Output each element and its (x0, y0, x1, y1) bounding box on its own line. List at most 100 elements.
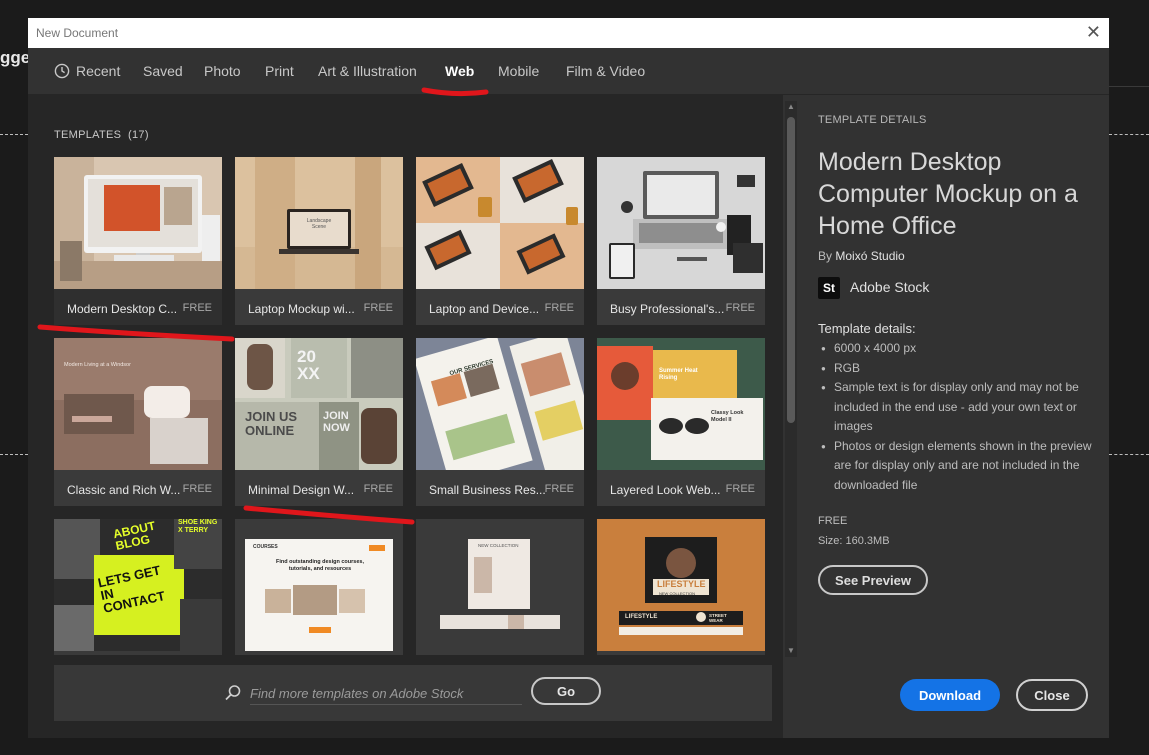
template-title: Modern Desktop Computer Mockup on a Home… (818, 148, 1078, 240)
details-section-label: TEMPLATE DETAILS (818, 114, 927, 126)
template-card[interactable]: NEW COLLECTION (416, 519, 584, 655)
templates-scrollbar[interactable]: ▲ ▼ (785, 101, 797, 657)
template-card[interactable]: Busy Professional's... FREE (597, 157, 765, 325)
template-card[interactable]: OUR SERVICES Small Business Res... FREE (416, 338, 584, 506)
thumbnail-text: Landscape Scene (306, 218, 332, 230)
adobe-stock-label: Adobe Stock (850, 279, 930, 295)
template-size: Size: 160.3MB (818, 535, 890, 547)
thumbnail-text: SHOE KING X TERRY (178, 519, 218, 534)
background-dashed-divider (0, 134, 28, 135)
template-name: Laptop Mockup wi... (248, 302, 355, 316)
free-badge: FREE (363, 483, 393, 495)
search-input[interactable] (250, 682, 522, 705)
template-thumbnail (597, 157, 765, 289)
detail-bullet: 6000 x 4000 px (818, 339, 1093, 359)
tab-mobile[interactable]: Mobile (498, 63, 539, 79)
background-title-fragment: gge (0, 48, 31, 67)
template-thumbnail: Modern Living at a Windsor (54, 338, 222, 470)
detail-bullet: RGB (818, 359, 1093, 379)
template-caption: Laptop and Device... FREE (416, 289, 584, 325)
template-thumbnail: LIFESTYLE NEW COLLECTION LIFESTYLE STREE… (597, 519, 765, 651)
thumbnail-text: NEW COLLECTION (659, 591, 696, 596)
template-details-panel: TEMPLATE DETAILS Modern Desktop Computer… (798, 95, 1109, 738)
thumbnail-text: Find outstanding design courses, tutoria… (275, 559, 364, 572)
see-preview-button[interactable]: See Preview (818, 565, 928, 595)
tab-label: Recent (76, 63, 121, 79)
tab-photo[interactable]: Photo (204, 63, 241, 79)
tab-art-illustration[interactable]: Art & Illustration (318, 63, 417, 79)
category-tabs: Recent Saved Photo Print Art & Illustrat… (28, 48, 1109, 95)
template-card[interactable]: Laptop and Device... FREE (416, 157, 584, 325)
scroll-up-arrow-icon[interactable]: ▲ (785, 101, 797, 113)
template-thumbnail (54, 157, 222, 289)
background-dashed-divider (0, 454, 28, 455)
template-name: Busy Professional's... (610, 302, 725, 316)
thumbnail-text: LIFESTYLE (657, 579, 706, 589)
tab-web[interactable]: Web (445, 63, 474, 79)
tab-saved[interactable]: Saved (143, 63, 183, 79)
free-badge: FREE (725, 302, 755, 314)
free-badge: FREE (544, 483, 574, 495)
new-document-dialog: New Document ✕ Recent Saved Photo Print … (28, 18, 1109, 738)
template-name: Modern Desktop C... (67, 302, 178, 316)
template-caption: Layered Look Web... FREE (597, 470, 765, 506)
background-dashed-divider (1109, 134, 1149, 135)
template-caption: Laptop Mockup wi... FREE (235, 289, 403, 325)
template-caption: Modern Desktop C... FREE (54, 289, 222, 325)
template-thumbnail: Landscape Scene (235, 157, 403, 289)
template-card[interactable]: Modern Living at a Windsor Classic and R… (54, 338, 222, 506)
template-thumbnail (416, 157, 584, 289)
template-card[interactable]: 20 XX JOIN US ONLINE JOIN NOW Minimal De… (235, 338, 403, 506)
template-thumbnail: COURSES Find outstanding design courses,… (235, 519, 403, 651)
background-divider (1109, 86, 1149, 87)
template-card[interactable]: ABOUT BLOG LETS GET IN CONTACT SHOE KING… (54, 519, 222, 655)
template-card[interactable]: Summer Heat Rising Classy Look Model II … (597, 338, 765, 506)
free-badge: FREE (182, 302, 212, 314)
adobe-stock-icon: St (818, 277, 840, 299)
tab-recent[interactable]: Recent (54, 63, 120, 82)
background-dashed-divider (1109, 454, 1149, 455)
template-caption: Busy Professional's... FREE (597, 289, 765, 325)
scroll-down-arrow-icon[interactable]: ▼ (785, 645, 797, 657)
clock-icon (54, 63, 70, 82)
detail-bullet: Photos or design elements shown in the p… (818, 437, 1093, 496)
dialog-title: New Document (36, 26, 119, 40)
thumbnail-text: Modern Living at a Windsor (64, 362, 131, 368)
scrollbar-thumb[interactable] (787, 117, 795, 423)
search-icon (224, 684, 242, 707)
template-author: By Moixó Studio (818, 249, 905, 263)
template-name: Minimal Design W... (248, 483, 355, 497)
go-button[interactable]: Go (531, 677, 601, 705)
template-caption: Minimal Design W... FREE (235, 470, 403, 506)
template-thumbnail: 20 XX JOIN US ONLINE JOIN NOW (235, 338, 403, 470)
free-badge: FREE (363, 302, 393, 314)
template-details-heading: Template details: (818, 321, 916, 336)
template-details-list: 6000 x 4000 px RGB Sample text is for di… (818, 339, 1093, 495)
template-card[interactable]: Landscape Scene Laptop Mockup wi... FREE (235, 157, 403, 325)
template-card[interactable]: COURSES Find outstanding design courses,… (235, 519, 403, 655)
tab-print[interactable]: Print (265, 63, 294, 79)
thumbnail-text: STREET WEAR (709, 613, 727, 623)
template-thumbnail: NEW COLLECTION (416, 519, 584, 651)
thumbnail-text: Summer Heat Rising (659, 368, 698, 381)
free-badge: FREE (182, 483, 212, 495)
template-price: FREE (818, 515, 848, 527)
template-name: Classic and Rich W... (67, 483, 181, 497)
template-card[interactable]: Modern Desktop C... FREE (54, 157, 222, 325)
template-caption: Classic and Rich W... FREE (54, 470, 222, 506)
template-name: Small Business Res... (429, 483, 546, 497)
free-badge: FREE (725, 483, 755, 495)
thumbnail-text: LIFESTYLE (625, 614, 658, 620)
template-caption: Small Business Res... FREE (416, 470, 584, 506)
templates-heading: TEMPLATES (17) (54, 129, 149, 141)
template-thumbnail: OUR SERVICES (416, 338, 584, 470)
tab-film-video[interactable]: Film & Video (566, 63, 645, 79)
thumbnail-text: NEW COLLECTION (478, 543, 519, 548)
template-card[interactable]: LIFESTYLE NEW COLLECTION LIFESTYLE STREE… (597, 519, 765, 655)
dialog-titlebar: New Document ✕ (28, 18, 1109, 48)
thumbnail-text: COURSES (253, 544, 278, 550)
free-badge: FREE (544, 302, 574, 314)
close-icon[interactable]: ✕ (1086, 22, 1101, 42)
close-button[interactable]: Close (1016, 679, 1088, 711)
download-button[interactable]: Download (900, 679, 1000, 711)
